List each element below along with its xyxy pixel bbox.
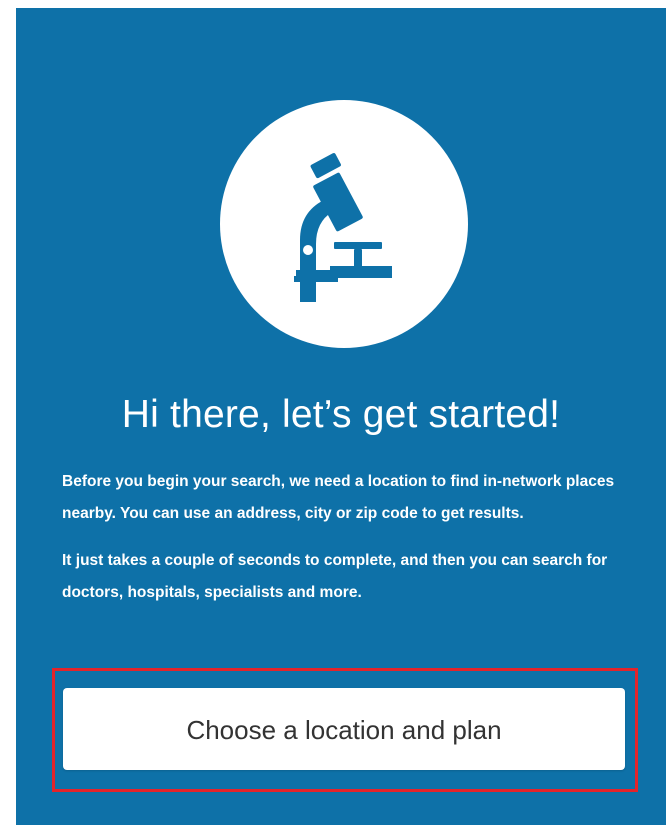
choose-location-and-plan-button[interactable]: Choose a location and plan — [63, 688, 625, 770]
intro-paragraph-search: It just takes a couple of seconds to com… — [62, 552, 608, 601]
hero-circle — [220, 100, 468, 348]
page-title: Hi there, let’s get started! — [121, 393, 561, 436]
intro-paragraph-location: Before you begin your search, we need a … — [62, 473, 615, 522]
microscope-icon — [294, 153, 392, 302]
onboarding-panel: Hi there, let’s get started! Before you … — [16, 8, 666, 825]
